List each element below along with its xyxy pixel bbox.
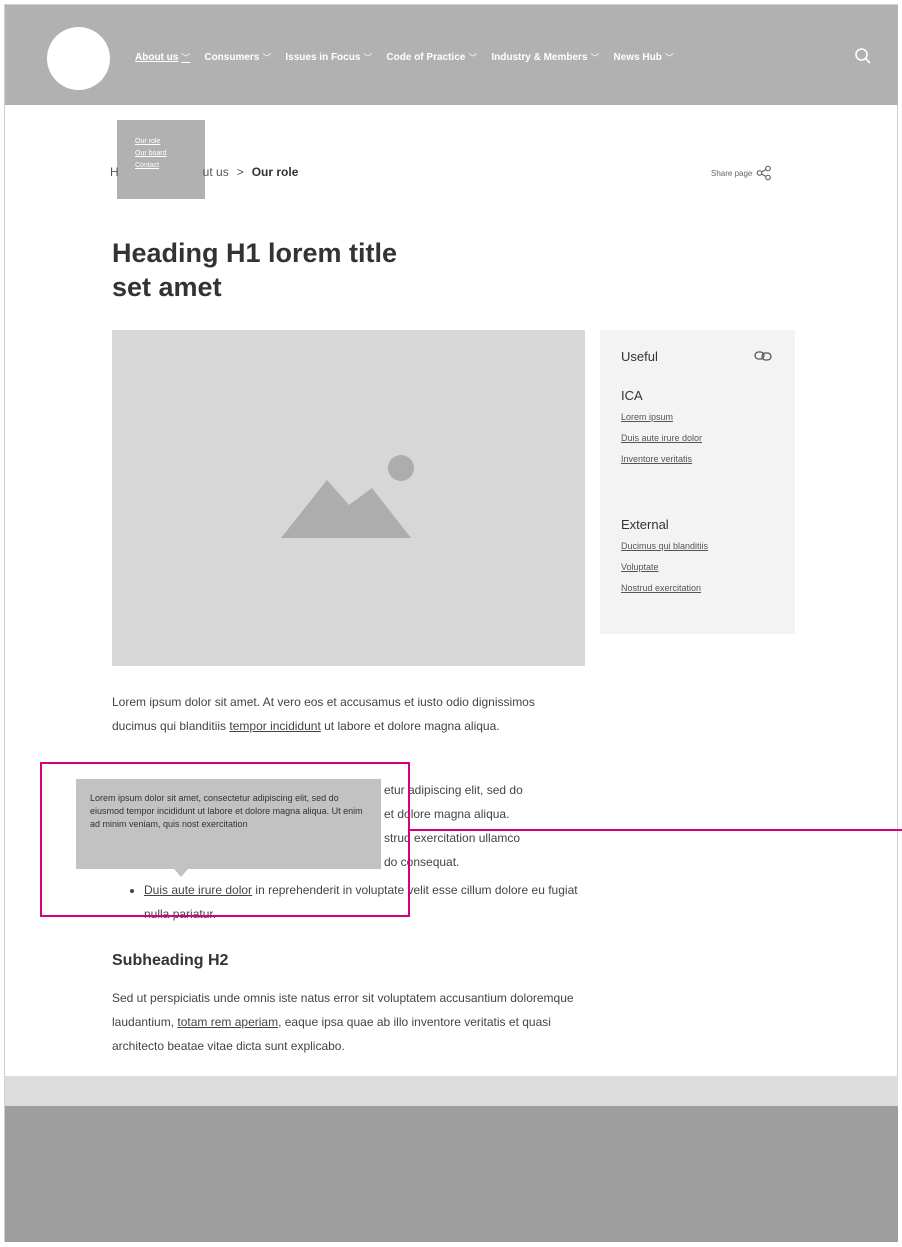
chevron-down-icon: ﹀ bbox=[664, 53, 674, 63]
intro-paragraph: Lorem ipsum dolor sit amet. At vero eos … bbox=[112, 695, 535, 733]
footer-top-band bbox=[5, 1076, 898, 1106]
sidebar-link[interactable]: Duis aute irure dolor bbox=[621, 433, 702, 443]
sidebar-link[interactable]: Voluptate bbox=[621, 562, 708, 572]
dropdown-item-our-role[interactable]: Our role bbox=[135, 136, 167, 148]
hero-image bbox=[112, 330, 585, 666]
share-icon bbox=[756, 165, 772, 181]
share-label: Share page bbox=[711, 168, 753, 178]
nav-about-us[interactable]: About us ﹀ bbox=[135, 51, 190, 64]
nav-issues-in-focus[interactable]: Issues in Focus ﹀ bbox=[285, 51, 372, 64]
page-title: Heading H1 lorem title set amet bbox=[112, 238, 398, 302]
nav-industry-members[interactable]: Industry & Members ﹀ bbox=[491, 51, 599, 64]
top-navigation: About us ﹀ Consumers ﹀ Issues in Focus ﹀ Co… bbox=[5, 5, 898, 105]
logo[interactable] bbox=[47, 27, 110, 90]
search-icon[interactable] bbox=[854, 47, 872, 65]
sidebar-link[interactable]: Inventore veritatis bbox=[621, 454, 702, 464]
nav-consumers[interactable]: Consumers ﹀ bbox=[204, 51, 271, 64]
annotation-highlight bbox=[40, 762, 410, 917]
panel-title: Useful bbox=[621, 349, 658, 364]
group-heading-ica: ICA bbox=[621, 388, 643, 403]
image-placeholder-icon bbox=[281, 455, 414, 538]
sidebar-link[interactable]: Ducimus qui blanditiis bbox=[621, 541, 708, 551]
body-paragraph: Sed ut perspiciatis unde omnis iste natu… bbox=[112, 991, 574, 1053]
about-us-dropdown: Our role Our board Contact bbox=[117, 120, 205, 199]
subheading: Subheading H2 bbox=[112, 952, 229, 969]
inline-link[interactable]: totam rem aperiam bbox=[177, 1015, 278, 1029]
sidebar-link[interactable]: Lorem ipsum bbox=[621, 412, 702, 422]
chevron-down-icon: ﹀ bbox=[468, 53, 478, 63]
chevron-down-icon: ﹀ bbox=[181, 53, 191, 63]
breadcrumb-current: Our role bbox=[251, 165, 299, 179]
inline-link[interactable]: tempor incididunt bbox=[229, 719, 320, 733]
nav-news-hub[interactable]: News Hub ﹀ bbox=[614, 51, 674, 64]
chevron-down-icon: ﹀ bbox=[262, 53, 272, 63]
useful-links-panel: Useful ICA Lorem ipsum Duis aute irure d… bbox=[600, 330, 795, 634]
nav-code-of-practice[interactable]: Code of Practice ﹀ bbox=[386, 51, 477, 64]
breadcrumb-home[interactable]: H bbox=[110, 165, 119, 179]
footer bbox=[5, 1106, 898, 1242]
chevron-down-icon: ﹀ bbox=[590, 53, 600, 63]
link-group-external: External Ducimus qui blanditiis Voluptat… bbox=[621, 517, 708, 604]
sidebar-link[interactable]: Nostrud exercitation bbox=[621, 583, 708, 593]
breadcrumb: H ut us > Our role bbox=[110, 165, 298, 179]
group-heading-external: External bbox=[621, 517, 669, 532]
link-group-ica: ICA Lorem ipsum Duis aute irure dolor In… bbox=[621, 388, 702, 475]
dropdown-item-our-board[interactable]: Our board bbox=[135, 148, 167, 160]
annotation-connector bbox=[410, 829, 902, 831]
main-menu: About us ﹀ Consumers ﹀ Issues in Focus ﹀ Co… bbox=[135, 51, 688, 64]
link-icon bbox=[754, 351, 772, 361]
share-page-button[interactable]: Share page bbox=[711, 165, 772, 181]
chevron-down-icon: ﹀ bbox=[363, 53, 373, 63]
breadcrumb-separator: > bbox=[236, 165, 244, 179]
breadcrumb-about-us[interactable]: ut us bbox=[203, 165, 229, 179]
